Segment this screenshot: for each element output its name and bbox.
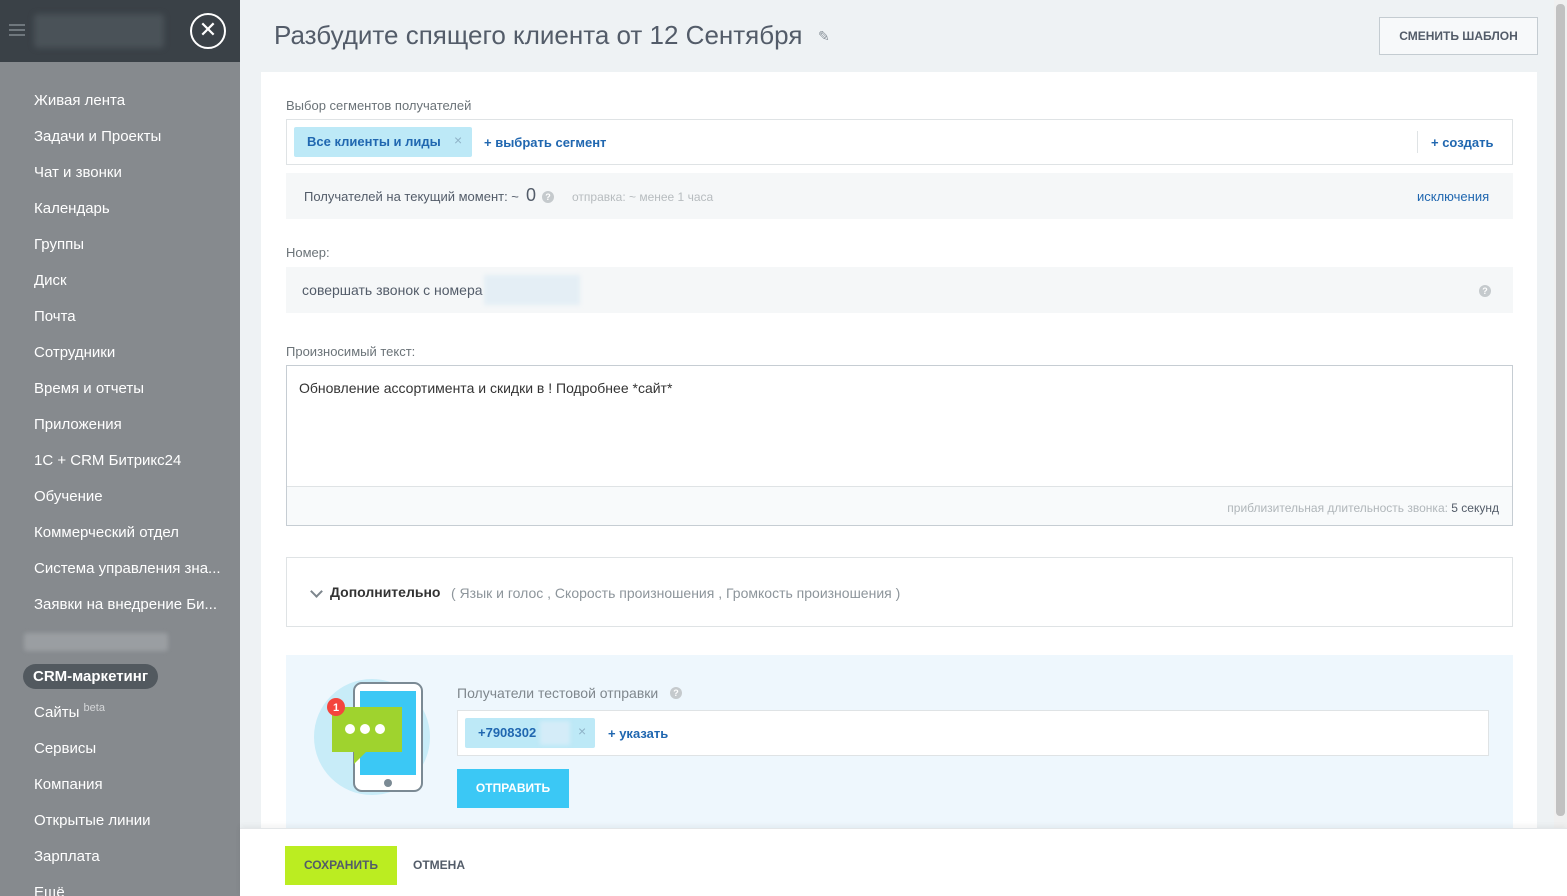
send-time-estimate: отправка: ~ менее 1 часа (572, 190, 714, 204)
create-segment-link[interactable]: + создать (1431, 135, 1494, 150)
cancel-button[interactable]: ОТМЕНА (413, 858, 465, 872)
caller-number-text: совершать звонок с номера (302, 282, 483, 298)
sidebar-item-groups[interactable]: Группы (0, 227, 240, 263)
recipients-info: Получателей на текущий момент: ~ 0 ? отп… (286, 173, 1513, 219)
divider (1417, 131, 1418, 153)
sidebar-item-salary[interactable]: Зарплата (0, 839, 240, 875)
help-icon[interactable]: ? (1479, 285, 1491, 297)
sidebar-item-requests[interactable]: Заявки на внедрение Би... (0, 587, 240, 623)
test-recipients-label: Получатели тестовой отправки (457, 685, 659, 701)
sidebar-item-tasks[interactable]: Задачи и Проекты (0, 119, 240, 155)
phone-tag-remove-icon[interactable]: × (578, 723, 586, 739)
chevron-down-icon (310, 585, 323, 598)
segments-label: Выбор сегментов получателей (286, 98, 472, 113)
page-title: Разбудите спящего клиента от 12 Сентября (274, 20, 803, 50)
footer-bar: СОХРАНИТЬ ОТМЕНА (240, 828, 1567, 896)
sidebar-item-time-reports[interactable]: Время и отчеты (0, 371, 240, 407)
pencil-icon[interactable]: ✎ (818, 28, 832, 44)
segment-tag-label: Все клиенты и лиды (307, 134, 441, 149)
sidebar-header: ✕ (0, 0, 240, 62)
help-icon[interactable]: ? (542, 191, 554, 203)
sidebar-item-company[interactable]: Компания (0, 767, 240, 803)
sidebar-item-crm-marketing-label: CRM-маркетинг (23, 664, 159, 689)
sidebar-item-sites-label: Сайты (34, 704, 80, 721)
close-button[interactable]: ✕ (190, 13, 226, 49)
additional-options: ( Язык и голос , Скорость произношения ,… (451, 585, 901, 601)
exclusions-link[interactable]: исключения (1417, 189, 1489, 204)
segment-tag: Все клиенты и лиды × (294, 127, 472, 157)
sidebar-item-hidden (0, 623, 240, 659)
scrollbar-thumb[interactable] (1556, 4, 1565, 816)
sidebar-item-services[interactable]: Сервисы (0, 731, 240, 767)
call-duration-label: приблизительная длительность звонка: (1227, 501, 1448, 515)
portal-logo (34, 14, 164, 48)
sidebar-item-crm-marketing[interactable]: CRM-маркетинг (0, 659, 240, 695)
speech-text-footer: приблизительная длительность звонка: 5 с… (287, 486, 1512, 525)
segment-tag-remove-icon[interactable]: × (454, 132, 462, 148)
test-recipients-input[interactable]: +7908302 × + указать (457, 710, 1489, 756)
segment-selector[interactable]: Все клиенты и лиды × + выбрать сегмент +… (286, 119, 1513, 165)
sidebar-menu: Живая лента Задачи и Проекты Чат и звонк… (0, 83, 240, 896)
send-test-button[interactable]: ОТПРАВИТЬ (457, 769, 569, 808)
sidebar-item-applications[interactable]: Приложения (0, 407, 240, 443)
number-label: Номер: (286, 245, 330, 260)
sidebar-item-chat[interactable]: Чат и звонки (0, 155, 240, 191)
recipients-count: 0 (526, 185, 537, 205)
additional-settings-toggle[interactable]: Дополнительно ( Язык и голос , Скорость … (286, 557, 1513, 627)
beta-badge: beta (83, 702, 105, 714)
speech-text-input[interactable]: Обновление ассортимента и скидки в ! Под… (287, 366, 1512, 486)
speech-text-label: Произносимый текст: (286, 344, 416, 359)
test-phone-blurred (540, 721, 570, 745)
test-send-block: 1 Получатели тестовой отправки ? +790830… (286, 655, 1513, 828)
sidebar-item-more[interactable]: Ещё (0, 875, 240, 896)
additional-title: Дополнительно (330, 584, 441, 600)
sidebar-item-employees[interactable]: Сотрудники (0, 335, 240, 371)
call-duration-value: 5 секунд (1451, 501, 1499, 515)
caller-number-field[interactable]: совершать звонок с номера ? (286, 267, 1513, 313)
help-icon[interactable]: ? (670, 687, 682, 699)
page-header: Разбудите спящего клиента от 12 Сентября… (240, 0, 1567, 72)
sidebar: ✕ Живая лента Задачи и Проекты Чат и зво… (0, 0, 240, 896)
notification-count: 1 (333, 702, 339, 714)
sidebar-item-calendar[interactable]: Календарь (0, 191, 240, 227)
sidebar-item-sales-dept[interactable]: Коммерческий отдел (0, 515, 240, 551)
save-button[interactable]: СОХРАНИТЬ (285, 846, 397, 885)
test-phone-tag: +7908302 × (465, 718, 595, 748)
sidebar-item-open-lines[interactable]: Открытые линии (0, 803, 240, 839)
speech-text-box: Обновление ассортимента и скидки в ! Под… (286, 365, 1513, 526)
caller-number-value (484, 275, 580, 305)
sidebar-item-live-feed[interactable]: Живая лента (0, 83, 240, 119)
test-phone-number: +7908302 (478, 725, 537, 740)
main-panel: Выбор сегментов получателей Все клиенты … (261, 72, 1537, 828)
scrollbar[interactable] (1554, 0, 1567, 828)
choose-segment-link[interactable]: + выбрать сегмент (484, 135, 606, 150)
recipients-text: Получателей на текущий момент: ~ (304, 189, 519, 204)
add-test-recipient-link[interactable]: + указать (608, 726, 668, 741)
sidebar-item-mail[interactable]: Почта (0, 299, 240, 335)
sidebar-item-1c-crm[interactable]: 1С + CRM Битрикс24 (0, 443, 240, 479)
sidebar-item-disk[interactable]: Диск (0, 263, 240, 299)
menu-icon[interactable] (9, 24, 25, 39)
phone-message-illustration: 1 (314, 679, 430, 795)
sidebar-item-knowledge[interactable]: Система управления зна... (0, 551, 240, 587)
sidebar-item-learning[interactable]: Обучение (0, 479, 240, 515)
sidebar-item-sites[interactable]: Сайты beta (0, 695, 240, 731)
change-template-button[interactable]: СМЕНИТЬ ШАБЛОН (1379, 17, 1538, 55)
call-duration: приблизительная длительность звонка: 5 с… (1227, 501, 1499, 515)
